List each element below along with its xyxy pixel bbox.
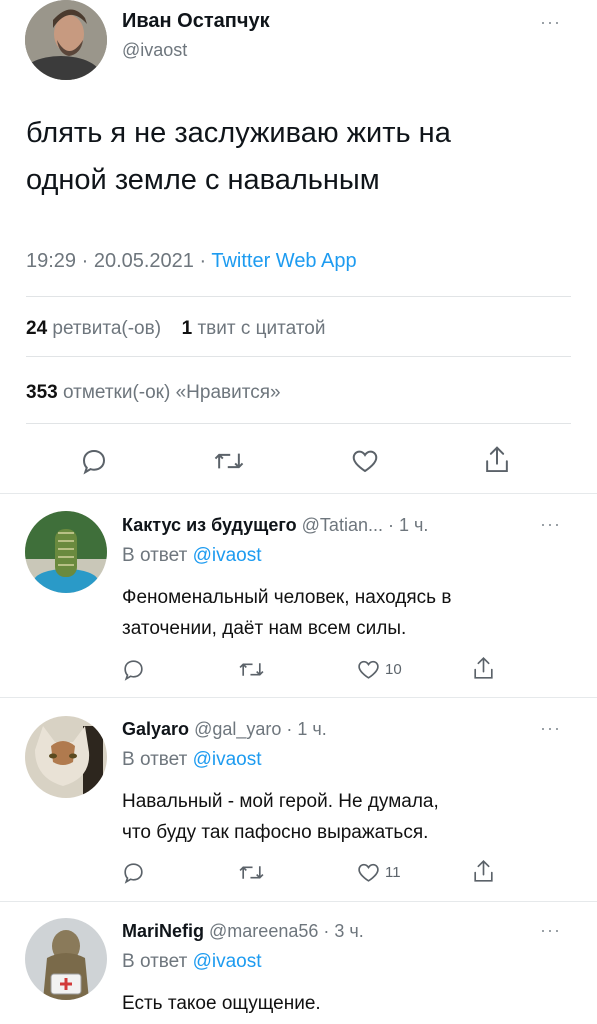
avatar[interactable] <box>25 918 107 1000</box>
retweets-count[interactable]: 24 <box>26 318 47 339</box>
heart-icon[interactable] <box>355 657 382 682</box>
retweets-label[interactable]: ретвита(-ов) <box>52 318 161 339</box>
reply-text-line-1: Навальный - мой герой. Не думала, <box>122 791 439 812</box>
author-handle[interactable]: @gal_yaro <box>194 719 281 739</box>
like-count[interactable]: 10 <box>385 661 402 678</box>
reply-to: В ответ @ivaost <box>122 951 262 973</box>
author-handle[interactable]: @ivaost <box>122 40 187 61</box>
tweet-client-link[interactable]: Twitter Web App <box>211 250 356 272</box>
quotes-count[interactable]: 1 <box>182 318 193 339</box>
reply-to-handle[interactable]: @ivaost <box>193 951 262 972</box>
reply-prefix: В ответ <box>122 951 188 972</box>
divider <box>26 296 571 297</box>
more-options-icon[interactable]: ··· <box>540 514 561 535</box>
likes-label[interactable]: отметки(-ок) «Нравится» <box>63 382 281 403</box>
reply-to: В ответ @ivaost <box>122 749 262 771</box>
divider <box>0 493 597 494</box>
retweet-icon[interactable] <box>238 657 265 682</box>
reply-text-line-1: Есть такое ощущение. <box>122 993 321 1014</box>
reply-text-line-1: Феноменальный человек, находясь в <box>122 587 452 608</box>
reply-icon[interactable] <box>121 657 146 682</box>
more-options-icon[interactable]: ··· <box>540 718 561 739</box>
avatar[interactable] <box>25 511 107 593</box>
author-handle[interactable]: @Tatian... <box>302 515 383 535</box>
author-name[interactable]: Иван Остапчук <box>122 10 270 33</box>
author-name[interactable]: MariNefig <box>122 921 204 941</box>
likes-count[interactable]: 353 <box>26 382 58 403</box>
reply-header: Кактус из будущего @Tatian... · 1 ч. <box>122 515 428 536</box>
reply-time[interactable]: · 3 ч. <box>323 921 363 941</box>
author-handle[interactable]: @mareena56 <box>209 921 318 941</box>
share-icon[interactable] <box>482 444 512 476</box>
share-icon[interactable] <box>471 655 496 682</box>
reply-text-line-2: что буду так пафосно выражаться. <box>122 822 429 843</box>
tweet-text-line-1: блять я не заслуживаю жить на <box>26 117 451 149</box>
reply-time[interactable]: · 1 ч. <box>388 515 428 535</box>
avatar[interactable] <box>25 0 107 80</box>
retweet-icon[interactable] <box>238 860 265 885</box>
reply-prefix: В ответ <box>122 545 188 566</box>
more-options-icon[interactable]: ··· <box>540 920 561 941</box>
avatar[interactable] <box>25 716 107 798</box>
reply-icon[interactable] <box>121 860 146 885</box>
author-name[interactable]: Кактус из будущего <box>122 515 297 535</box>
reply-to-handle[interactable]: @ivaost <box>193 545 262 566</box>
reply-to-handle[interactable]: @ivaost <box>193 749 262 770</box>
reply-header: Galyaro @gal_yaro · 1 ч. <box>122 719 327 740</box>
heart-icon[interactable] <box>349 446 381 476</box>
reply-to: В ответ @ivaost <box>122 545 262 567</box>
divider <box>26 423 571 424</box>
like-count[interactable]: 11 <box>385 864 401 881</box>
reply-time[interactable]: · 1 ч. <box>286 719 326 739</box>
likes-stats: 353 отметки(-ок) «Нравится» <box>26 382 281 404</box>
reply-icon[interactable] <box>79 446 109 476</box>
divider <box>0 901 597 902</box>
share-icon[interactable] <box>471 858 496 885</box>
tweet-text-line-2: одной земле с навальным <box>26 164 380 196</box>
heart-icon[interactable] <box>355 860 382 885</box>
quotes-label[interactable]: твит с цитатой <box>197 318 325 339</box>
retweet-icon[interactable] <box>213 446 245 476</box>
reply-text-line-2: заточении, даёт нам всем силы. <box>122 618 407 639</box>
engagement-stats: 24 ретвита(-ов) 1 твит с цитатой <box>26 318 325 340</box>
author-name[interactable]: Galyaro <box>122 719 189 739</box>
divider <box>0 697 597 698</box>
reply-prefix: В ответ <box>122 749 188 770</box>
more-options-icon[interactable]: ··· <box>540 12 561 33</box>
tweet-time: 19:29 · 20.05.2021 · <box>26 250 212 272</box>
divider <box>26 356 571 357</box>
reply-header: MariNefig @mareena56 · 3 ч. <box>122 921 364 942</box>
tweet-meta: 19:29 · 20.05.2021 · Twitter Web App <box>26 250 357 273</box>
